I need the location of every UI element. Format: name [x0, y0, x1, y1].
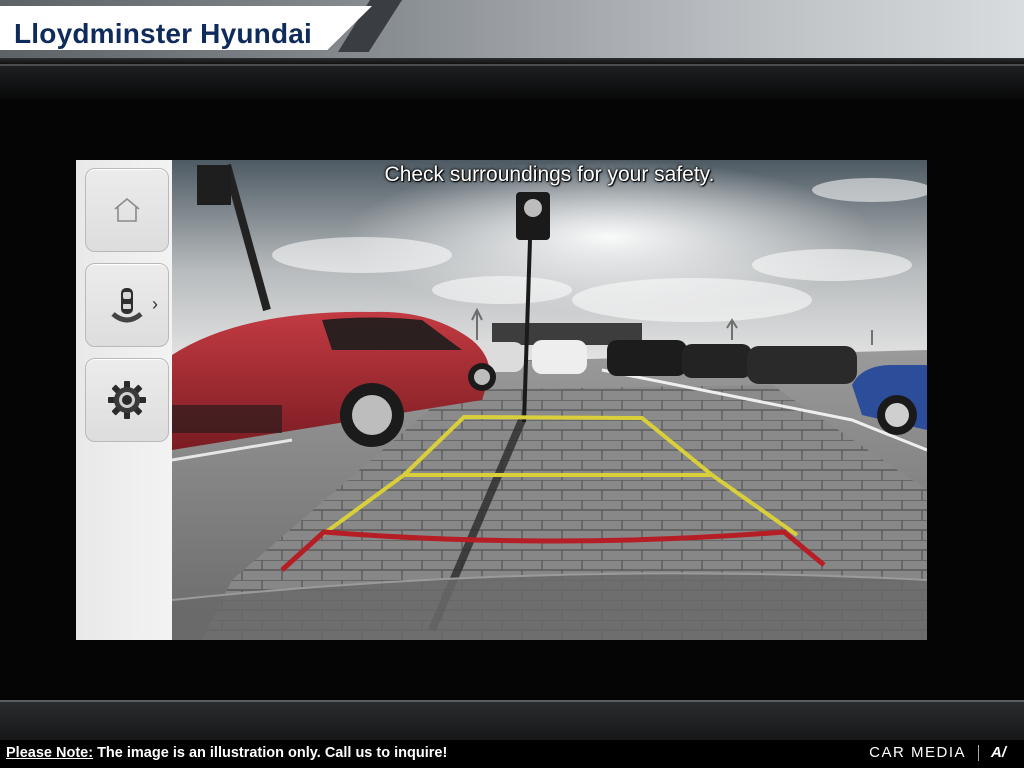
footer-bar: Please Note: The image is an illustratio…	[0, 740, 1024, 768]
note-text: The image is an illustration only. Call …	[93, 745, 448, 761]
rear-camera-view: Check surroundings for your safety.	[172, 160, 927, 640]
dealer-banner: Lloydminster Hyundai	[0, 6, 372, 50]
infotainment-screen: › Check surroundings for your safety.	[76, 160, 927, 640]
note-label: Please Note:	[6, 745, 94, 761]
home-icon	[114, 197, 140, 222]
brand-divider	[978, 744, 979, 761]
settings-button[interactable]	[85, 358, 169, 442]
home-button[interactable]	[85, 168, 169, 252]
brand-mark: CAR MEDIA A/	[869, 744, 1006, 761]
bezel-top	[0, 64, 1024, 102]
brand-logo-icon: A/	[991, 744, 1006, 761]
dealer-name: Lloydminster Hyundai	[14, 18, 313, 49]
camera-scene	[172, 160, 927, 640]
parking-sensor-button[interactable]: ›	[85, 263, 169, 347]
disclaimer: Please Note: The image is an illustratio…	[6, 745, 447, 761]
brand-text: CAR MEDIA	[869, 744, 966, 761]
side-panel: ›	[80, 160, 173, 640]
chevron-right-icon: ›	[152, 294, 158, 314]
parking-sensor-icon	[111, 288, 143, 323]
settings-icon	[108, 381, 146, 419]
safety-message: Check surroundings for your safety.	[384, 163, 715, 186]
bezel-bottom	[0, 700, 1024, 742]
